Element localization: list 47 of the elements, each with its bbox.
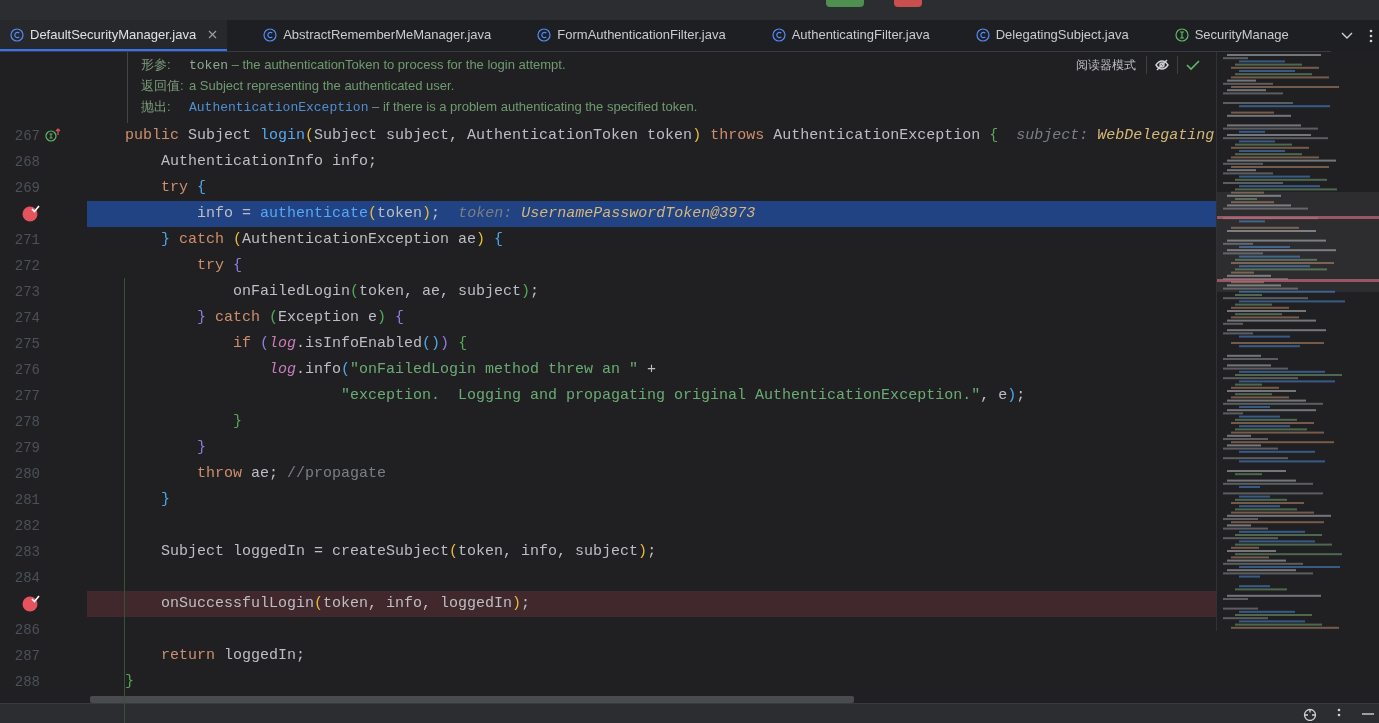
code-line: onFailedLogin(token, ae, subject);: [232, 281, 541, 302]
code-line: public Subject login(Subject subject, AuthenticationToken token) throws AuthenticationException { subject: WebDelegating: [124, 125, 1216, 146]
breakpoint-icon[interactable]: [22, 204, 40, 222]
editor-tab[interactable]: FormAuthenticationFilter.java: [527, 20, 736, 51]
doc-label: 抛出:: [141, 98, 172, 116]
check-icon[interactable]: [1186, 59, 1200, 71]
breakpoint-icon[interactable]: [22, 594, 40, 612]
code-line: throw ae; //propagate: [196, 463, 388, 484]
code-line: "exception. Logging and propagating original AuthenticationException.", e);: [340, 385, 1027, 406]
chevron-down-icon[interactable]: [1341, 32, 1353, 40]
code-line: log.info("onFailedLogin method threw an " +: [268, 359, 658, 380]
editor-tab[interactable]: DelegatingSubject.java: [965, 20, 1139, 51]
code-line: if (log.isInfoEnabled()) {: [232, 333, 469, 354]
code-line: }: [196, 437, 207, 458]
editor-tab[interactable]: AbstractRememberMeManager.java: [253, 20, 502, 51]
doc-text: token – the authenticationToken to process for the login attempt.: [189, 56, 566, 75]
code-line: } catch (AuthenticationException ae) {: [160, 229, 505, 250]
code-line: return loggedIn;: [160, 645, 307, 666]
scrollbar-thumb[interactable]: [90, 695, 854, 703]
code-line: }: [232, 411, 244, 432]
editor-tab[interactable]: SecurityManage: [1164, 20, 1299, 51]
editor-tab[interactable]: AuthenticatingFilter.java: [761, 20, 940, 51]
eye-off-icon[interactable]: [1155, 59, 1169, 71]
code-line: }: [124, 671, 135, 692]
class-icon: [10, 27, 24, 42]
close-icon[interactable]: [208, 30, 218, 39]
interface-icon: [1174, 27, 1189, 42]
code-line: Subject loggedIn = createSubject(token, info, subject);: [160, 541, 658, 562]
doc-label: 形参:: [141, 56, 172, 74]
class-icon: [975, 27, 990, 42]
doc-label: 返回值:: [141, 77, 185, 95]
code-line: try {: [196, 255, 244, 276]
doc-text: a Subject representing the authenticated user.: [189, 77, 455, 95]
minimize-icon[interactable]: [1361, 710, 1375, 717]
doc-text: AuthenticationException – if there is a problem authenticating the specified token.: [189, 98, 698, 117]
code-line: try {: [160, 177, 208, 198]
code-line: }: [160, 489, 171, 510]
editor-tab[interactable]: DefaultSecurityManager.java: [0, 20, 228, 51]
minimap-drawing[interactable]: [1216, 52, 1379, 631]
more-icon[interactable]: [1369, 29, 1373, 43]
code-line: } catch (Exception e) {: [196, 307, 406, 328]
class-icon: [537, 27, 552, 42]
implements-icon[interactable]: [44, 128, 62, 142]
class-icon: [771, 27, 786, 42]
code-line: AuthenticationInfo info;: [160, 151, 379, 172]
reader-mode-button[interactable]: 阅读器模式: [1074, 56, 1138, 74]
class-icon: [263, 27, 278, 42]
